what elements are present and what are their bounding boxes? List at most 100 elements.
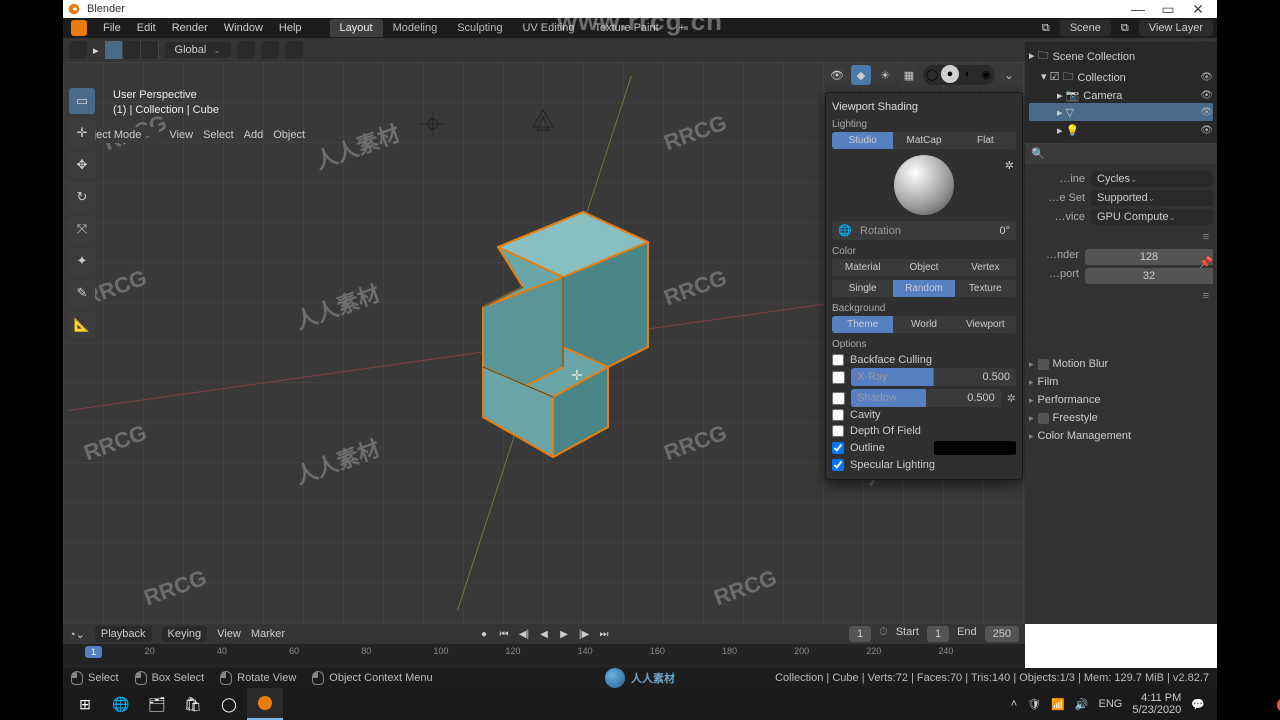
specular-checkbox[interactable] — [832, 459, 844, 471]
timeline-view-menu[interactable]: View — [217, 628, 241, 640]
bg-world[interactable]: World — [893, 316, 954, 333]
tool-select-box[interactable]: ▭ — [69, 88, 95, 114]
outliner-camera[interactable]: Camera — [1083, 90, 1122, 102]
tab-texture-paint[interactable]: Texture Paint — [584, 19, 668, 37]
color-object[interactable]: Object — [893, 259, 954, 276]
tray-network-icon[interactable]: 🛡 — [1027, 698, 1041, 711]
snap-face-icon[interactable] — [141, 41, 159, 59]
taskbar-explorer-icon[interactable]: 🗂 — [139, 688, 175, 720]
notifications-icon[interactable]: 💬 — [1191, 698, 1205, 711]
panel-performance[interactable]: Performance — [1029, 391, 1213, 409]
render-engine-dropdown[interactable]: Cycles — [1091, 171, 1213, 187]
studio-light-preview[interactable] — [894, 155, 954, 215]
jump-start-icon[interactable]: ⏮ — [496, 626, 512, 642]
xray-icon[interactable]: ▦ — [899, 65, 919, 85]
snap-vert-icon[interactable] — [105, 41, 123, 59]
color-material[interactable]: Material — [832, 259, 893, 276]
preset-menu-icon[interactable]: ≡ — [1203, 231, 1209, 243]
outliner-light[interactable] — [1083, 122, 1094, 138]
shadow-value[interactable]: 0.500 — [967, 392, 995, 404]
tab-modeling[interactable]: Modeling — [383, 19, 448, 37]
color-single[interactable]: Single — [832, 280, 893, 297]
shading-solid-icon[interactable]: ● — [941, 65, 959, 83]
start-frame-field[interactable]: 1 — [927, 626, 949, 642]
outliner-scene-collection[interactable]: Scene Collection — [1053, 51, 1136, 63]
snap-edge-icon[interactable] — [123, 41, 141, 59]
bg-theme[interactable]: Theme — [832, 316, 893, 333]
playhead-handle[interactable]: 1 — [85, 646, 102, 658]
color-texture[interactable]: Texture — [955, 280, 1016, 297]
taskbar-store-icon[interactable]: 🛍 — [175, 688, 211, 720]
close-button[interactable]: ✕ — [1183, 1, 1213, 18]
menu-file[interactable]: File — [95, 22, 129, 34]
shading-mode-pill[interactable]: ◯ ● ◐ ◉ — [923, 65, 995, 85]
taskbar-xbox-icon[interactable]: ◯ — [211, 688, 247, 720]
menu-edit[interactable]: Edit — [129, 22, 164, 34]
minimize-button[interactable]: — — [1123, 1, 1153, 17]
jump-end-icon[interactable]: ⏭ — [596, 626, 612, 642]
tool-cursor[interactable]: ✛ — [69, 120, 95, 146]
menu-select[interactable]: Select — [203, 129, 234, 141]
tool-scale[interactable]: ⤧ — [69, 216, 95, 242]
pin-icon[interactable]: 📌 — [1199, 256, 1213, 269]
visibility-icon[interactable]: 👁 — [1200, 90, 1213, 101]
orientation-dropdown[interactable]: Global — [165, 42, 231, 58]
shading-dropdown-icon[interactable]: ⌄ — [999, 65, 1019, 85]
menu-render[interactable]: Render — [164, 22, 216, 34]
visibility-icon[interactable]: 👁 — [1200, 107, 1213, 118]
keying-dropdown[interactable]: Keying — [162, 626, 208, 642]
outline-color-swatch[interactable] — [934, 441, 1016, 455]
menu-object[interactable]: Object — [273, 129, 305, 141]
taskbar-blender-icon[interactable] — [247, 688, 283, 720]
tab-add[interactable]: + — [669, 19, 695, 37]
visibility-icon[interactable]: 👁 — [1200, 125, 1213, 136]
pivot-icon[interactable] — [237, 41, 255, 59]
outliner-cube[interactable] — [1078, 104, 1089, 120]
light-gizmo[interactable] — [413, 107, 453, 142]
color-random[interactable]: Random — [893, 280, 954, 297]
overlays-icon[interactable]: ☀ — [875, 65, 895, 85]
end-frame-field[interactable]: 250 — [985, 626, 1019, 642]
shadow-gear-icon[interactable]: ✲ — [1007, 392, 1016, 405]
viewlayer-field[interactable]: View Layer — [1139, 20, 1213, 36]
tab-layout[interactable]: Layout — [330, 19, 383, 37]
gizmo-icon[interactable]: ◆ — [851, 65, 871, 85]
visibility-icon[interactable]: 👁 — [1200, 72, 1213, 83]
editor-type-icon[interactable] — [69, 41, 87, 59]
feature-set-dropdown[interactable]: Supported — [1091, 190, 1213, 206]
bg-viewport[interactable]: Viewport — [955, 316, 1016, 333]
cavity-checkbox[interactable] — [832, 409, 844, 421]
gear-icon[interactable]: ✲ — [1005, 159, 1014, 172]
3d-viewport[interactable]: Object Mode View Select Add Object 👁 ◆ ☀… — [63, 62, 1025, 624]
taskbar-clock[interactable]: 4:11 PM5/23/2020 — [1132, 692, 1181, 716]
motion-blur-checkbox[interactable] — [1038, 359, 1049, 370]
shading-wireframe-icon[interactable]: ◯ — [923, 65, 941, 83]
device-dropdown[interactable]: GPU Compute — [1091, 209, 1213, 225]
play-reverse-icon[interactable]: ◀ — [536, 626, 552, 642]
current-frame-field[interactable]: 1 — [849, 626, 871, 642]
world-rotation-icon[interactable]: 🌐 — [838, 224, 852, 237]
selectability-icon[interactable]: 👁 — [827, 65, 847, 85]
shadow-checkbox[interactable] — [832, 392, 845, 405]
tool-transform[interactable]: ✦ — [69, 248, 95, 274]
preset-menu-icon[interactable]: ≡ — [1203, 290, 1209, 302]
tool-move[interactable]: ✥ — [69, 152, 95, 178]
outliner-collection[interactable]: Collection — [1078, 72, 1126, 84]
maximize-button[interactable]: ▭ — [1153, 1, 1183, 18]
autokey-icon[interactable]: ● — [476, 626, 492, 642]
panel-motion-blur[interactable]: Motion Blur — [1029, 355, 1213, 373]
play-icon[interactable]: ▶ — [556, 626, 572, 642]
lighting-studio[interactable]: Studio — [832, 132, 893, 149]
tool-rotate[interactable]: ↻ — [69, 184, 95, 210]
freestyle-checkbox[interactable] — [1038, 413, 1049, 424]
camera-gizmo[interactable] — [523, 102, 563, 137]
search-icon[interactable]: 🔍 — [1031, 147, 1045, 160]
playback-dropdown[interactable]: Playback — [95, 626, 152, 642]
preview-range-icon[interactable]: ⏱ — [879, 626, 888, 642]
tool-measure[interactable]: 📐 — [69, 312, 95, 338]
keyframe-prev-icon[interactable]: ◀| — [516, 626, 532, 642]
outliner[interactable]: ▸ 🗀 Scene Collection ▾ ☑ 🗀 Collection👁 ▸… — [1025, 42, 1217, 143]
xray-value[interactable]: 0.500 — [982, 371, 1010, 383]
timeline-ruler[interactable]: 1 20 40 60 80 100 120 140 160 180 200 22… — [63, 644, 1025, 668]
timeline-editor-icon[interactable]: ◔⌄ — [69, 628, 85, 641]
